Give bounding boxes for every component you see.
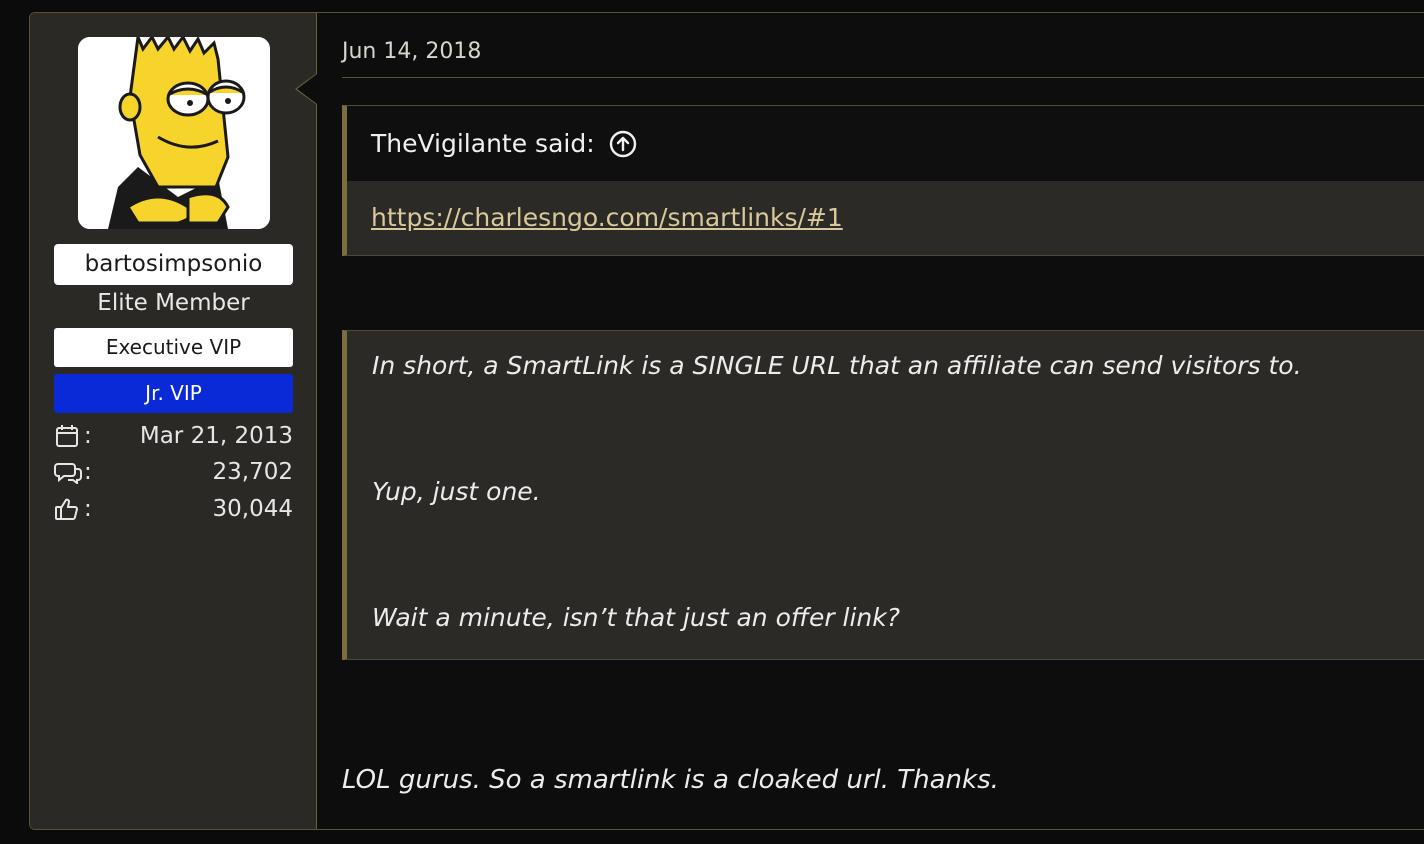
quote-link[interactable]: https://charlesngo.com/smartlinks/#1 <box>371 203 843 232</box>
username[interactable]: bartosimpsonio <box>54 244 293 285</box>
stat-separator: : <box>84 496 92 522</box>
calendar-icon <box>56 425 78 447</box>
stat-separator: : <box>84 459 92 485</box>
stat-messages: : 23,702 <box>54 457 293 487</box>
go-to-original-icon[interactable] <box>609 130 637 158</box>
post-date[interactable]: Jun 14, 2018 <box>342 39 481 64</box>
excerpt-line: In short, a SmartLink is a SINGLE URL th… <box>372 351 1302 380</box>
user-banner-executive-vip: Executive VIP <box>54 328 293 367</box>
quote-header: TheVigilante said: <box>347 106 1424 181</box>
messages-icon <box>54 463 82 484</box>
user-sidebar: bartosimpsonio Elite Member Executive VI… <box>30 13 317 829</box>
thumbs-up-icon <box>55 498 79 520</box>
stat-separator: : <box>84 423 92 449</box>
date-divider <box>342 77 1424 78</box>
quote-content: https://charlesngo.com/smartlinks/#1 <box>347 181 1424 255</box>
user-banner-jr-vip: Jr. VIP <box>54 374 293 413</box>
quote-block: TheVigilante said: https://charlesngo.co… <box>342 105 1424 256</box>
stat-joined: : Mar 21, 2013 <box>54 421 293 451</box>
stat-reactions: : 30,044 <box>54 494 293 524</box>
excerpt-line: Wait a minute, isn’t that just an offer … <box>372 603 901 632</box>
post-main: Jun 14, 2018 TheVigilante said: https://… <box>317 13 1424 829</box>
excerpt-line: Yup, just one. <box>372 477 541 506</box>
stat-joined-value: Mar 21, 2013 <box>139 423 293 449</box>
post-pointer-arrow <box>295 73 317 105</box>
reply-text: LOL gurus. So a smartlink is a cloaked u… <box>342 765 999 795</box>
post-container: bartosimpsonio Elite Member Executive VI… <box>29 12 1424 830</box>
user-title: Elite Member <box>97 290 250 316</box>
quote-author[interactable]: TheVigilante said: <box>371 106 595 181</box>
bart-avatar-icon <box>78 37 270 229</box>
stat-reactions-value: 30,044 <box>212 496 293 522</box>
avatar[interactable] <box>78 37 270 229</box>
stat-messages-value: 23,702 <box>212 459 293 485</box>
excerpt-block: In short, a SmartLink is a SINGLE URL th… <box>342 330 1424 660</box>
